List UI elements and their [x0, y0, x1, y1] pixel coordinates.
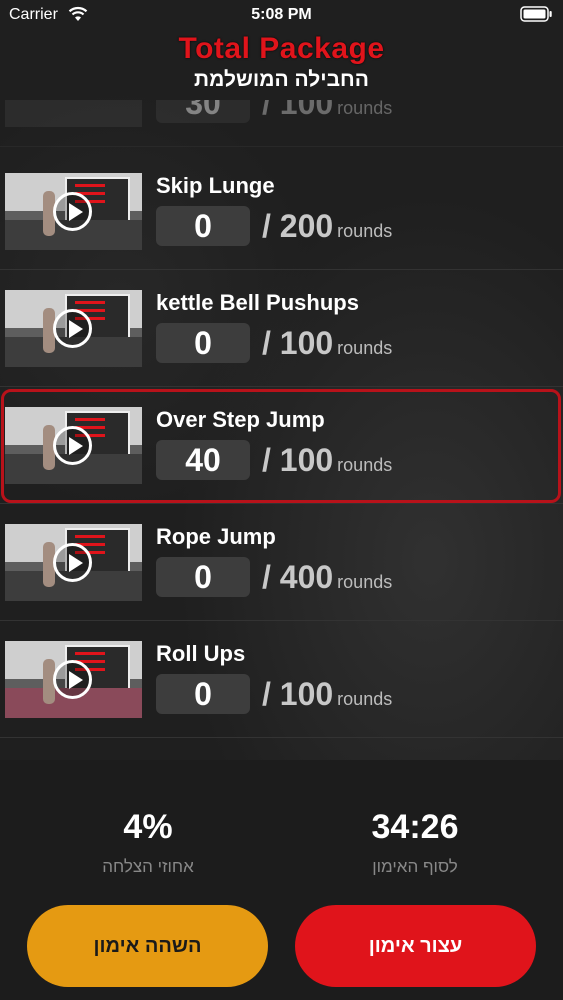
- success-stat: 4% אחוזי הצלחה: [38, 808, 258, 877]
- workout-footer: 4% אחוזי הצלחה 34:26 לסוף האימון השהה אי…: [0, 760, 563, 1000]
- list-item[interactable]: Skip Lunge 0 / 200 rounds: [0, 153, 563, 270]
- rounds-unit: rounds: [337, 572, 393, 592]
- exercise-name: Roll Ups: [156, 641, 246, 666]
- count-display: 30: [156, 100, 250, 123]
- play-icon[interactable]: [53, 660, 92, 699]
- workout-header: Total Package החבילה המושלמת: [0, 30, 563, 102]
- exercise-thumbnail[interactable]: [5, 290, 142, 367]
- rounds-unit: rounds: [337, 338, 393, 358]
- list-item-active[interactable]: Over Step Jump 40 / 100 rounds: [0, 387, 563, 504]
- exercise-name: Rope Jump: [156, 524, 276, 549]
- battery-icon: [520, 6, 552, 22]
- exercise-name: kettle Bell Pushups: [156, 290, 359, 315]
- total-value: / 100: [262, 676, 334, 712]
- count-display: 0: [156, 323, 250, 363]
- workout-subtitle: החבילה המושלמת: [194, 68, 369, 91]
- total-rounds: / 200 rounds: [262, 208, 392, 245]
- exercise-name: Over Step Jump: [156, 407, 325, 432]
- exercise-thumbnail[interactable]: [5, 407, 142, 484]
- exercise-thumbnail[interactable]: [5, 641, 142, 718]
- count-display: 0: [156, 674, 250, 714]
- list-item[interactable]: Rope Jump 0 / 400 rounds: [0, 504, 563, 621]
- total-rounds: / 400 rounds: [262, 559, 392, 596]
- pause-workout-button[interactable]: השהה אימון: [27, 905, 268, 987]
- total-value: / 100: [262, 325, 334, 361]
- total-value: / 100: [262, 442, 334, 478]
- list-item[interactable]: Roll Ups 0 / 100 rounds: [0, 621, 563, 738]
- play-icon[interactable]: [53, 543, 92, 582]
- count-display: 0: [156, 206, 250, 246]
- time-remaining: 34:26: [371, 808, 459, 846]
- total-value: / 100: [262, 100, 334, 121]
- workout-title: Total Package: [178, 32, 385, 65]
- list-item[interactable]: kettle Bell Pushups 0 / 100 rounds: [0, 270, 563, 387]
- stop-workout-button[interactable]: עצור אימון: [295, 905, 536, 987]
- rounds-unit: rounds: [337, 221, 393, 241]
- status-bar: Carrier 5:08 PM: [0, 0, 563, 30]
- total-rounds: / 100 rounds: [262, 100, 392, 122]
- list-item-partial[interactable]: [0, 740, 563, 760]
- total-value: / 400: [262, 559, 334, 595]
- rounds-unit: rounds: [337, 100, 393, 118]
- exercise-thumbnail[interactable]: [5, 100, 142, 127]
- exercise-name: Skip Lunge: [156, 173, 275, 198]
- exercise-thumbnail[interactable]: [5, 173, 142, 250]
- time-stat: 34:26 לסוף האימון: [305, 808, 525, 877]
- total-rounds: / 100 rounds: [262, 676, 392, 713]
- total-rounds: / 100 rounds: [262, 442, 392, 479]
- count-display: 0: [156, 557, 250, 597]
- clock: 5:08 PM: [251, 6, 312, 23]
- total-value: / 200: [262, 208, 334, 244]
- exercise-list[interactable]: 30 / 100 rounds Skip Lunge 0 / 200 rounds …: [0, 100, 563, 760]
- play-icon[interactable]: [53, 426, 92, 465]
- list-item-partial[interactable]: 30 / 100 rounds: [0, 100, 563, 147]
- play-icon[interactable]: [53, 309, 92, 348]
- success-label: אחוזי הצלחה: [102, 857, 194, 876]
- total-rounds: / 100 rounds: [262, 325, 392, 362]
- exercise-thumbnail[interactable]: [5, 524, 142, 601]
- rounds-unit: rounds: [337, 689, 393, 709]
- count-display: 40: [156, 440, 250, 480]
- success-percentage: 4%: [123, 808, 173, 846]
- play-icon[interactable]: [53, 192, 92, 231]
- rounds-unit: rounds: [337, 455, 393, 475]
- time-label: לסוף האימון: [372, 857, 458, 876]
